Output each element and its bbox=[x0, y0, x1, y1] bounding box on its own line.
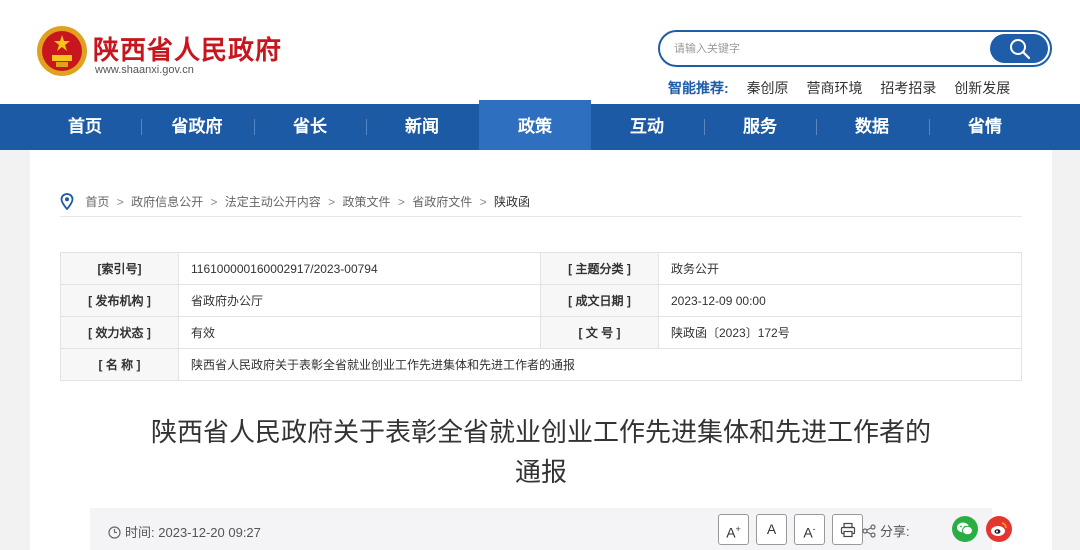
document-meta-table: [索引号] 116100000160002917/2023-00794 [ 主题… bbox=[60, 252, 1022, 381]
nav-item-policy[interactable]: 政策 bbox=[479, 100, 591, 150]
weibo-share-button[interactable] bbox=[986, 516, 1012, 542]
time-label: 时间: bbox=[125, 525, 155, 540]
site-url: www.shaanxi.gov.cn bbox=[95, 64, 194, 76]
nav-item-government[interactable]: 省政府 bbox=[141, 104, 253, 150]
meta-label-date: [ 成文日期 ] bbox=[540, 284, 659, 317]
document-info-bar: 时间: 2023-12-20 09:27 A+ A A- 分享: bbox=[90, 508, 1012, 550]
clock-icon bbox=[108, 526, 121, 542]
font-size-decrease-button[interactable]: A- bbox=[794, 514, 825, 545]
weibo-icon bbox=[991, 522, 1007, 536]
site-header: 陕西省人民政府 www.shaanxi.gov.cn 智能推荐: 秦创原 营商环… bbox=[0, 0, 1080, 104]
breadcrumb-separator: > bbox=[328, 195, 336, 210]
meta-label-topic: [ 主题分类 ] bbox=[540, 252, 659, 285]
wechat-icon bbox=[957, 522, 973, 536]
site-title[interactable]: 陕西省人民政府 bbox=[93, 30, 282, 67]
breadcrumb-divider bbox=[60, 216, 1022, 217]
breadcrumb-item[interactable]: 省政府文件 bbox=[412, 195, 472, 209]
font-increase-label: A bbox=[726, 524, 736, 541]
meta-value-publisher: 省政府办公厅 bbox=[178, 284, 541, 317]
nav-item-data[interactable]: 数据 bbox=[816, 104, 928, 150]
share-area: 分享: bbox=[862, 521, 910, 541]
font-size-increase-button[interactable]: A+ bbox=[718, 514, 749, 545]
meta-value-topic: 政务公开 bbox=[658, 252, 1022, 285]
wechat-share-button[interactable] bbox=[952, 516, 978, 542]
nav-item-home[interactable]: 首页 bbox=[29, 104, 141, 150]
breadcrumb: 首页 > 政府信息公开 > 法定主动公开内容 > 政策文件 > 省政府文件 > … bbox=[60, 193, 530, 213]
meta-label-index: [索引号] bbox=[60, 252, 179, 285]
document-title: 陕西省人民政府关于表彰全省就业创业工作先进集体和先进工作者的 通报 bbox=[90, 412, 992, 492]
content-panel: 首页 > 政府信息公开 > 法定主动公开内容 > 政策文件 > 省政府文件 > … bbox=[30, 150, 1052, 550]
recommend-label: 智能推荐: bbox=[668, 80, 729, 96]
share-label: 分享: bbox=[880, 524, 910, 539]
meta-label-docno: [ 文 号 ] bbox=[540, 316, 659, 349]
recommend-item[interactable]: 创新发展 bbox=[954, 80, 1010, 96]
search-icon bbox=[1010, 39, 1031, 60]
meta-value-docno: 陕政函〔2023〕172号 bbox=[658, 316, 1022, 349]
meta-label-publisher: [ 发布机构 ] bbox=[60, 284, 179, 317]
meta-value-name: 陕西省人民政府关于表彰全省就业创业工作先进集体和先进工作者的通报 bbox=[178, 348, 1022, 381]
breadcrumb-item[interactable]: 政策文件 bbox=[343, 195, 391, 209]
print-icon bbox=[840, 522, 855, 538]
breadcrumb-item[interactable]: 法定主动公开内容 bbox=[225, 195, 321, 209]
publish-time: 时间: 2023-12-20 09:27 bbox=[108, 522, 261, 542]
breadcrumb-separator: > bbox=[397, 195, 405, 210]
meta-value-date: 2023-12-09 00:00 bbox=[658, 284, 1022, 317]
breadcrumb-separator: > bbox=[479, 195, 487, 210]
document-title-line: 通报 bbox=[514, 457, 567, 487]
table-row: [ 效力状态 ] 有效 [ 文 号 ] 陕政函〔2023〕172号 bbox=[60, 316, 1022, 349]
breadcrumb-item[interactable]: 首页 bbox=[85, 195, 109, 209]
font-size-reset-button[interactable]: A bbox=[756, 514, 787, 545]
font-reset-label: A bbox=[766, 521, 777, 537]
search-button[interactable] bbox=[990, 34, 1048, 63]
meta-value-index: 116100000160002917/2023-00794 bbox=[178, 252, 541, 285]
table-row: [ 名 称 ] 陕西省人民政府关于表彰全省就业创业工作先进集体和先进工作者的通报 bbox=[60, 348, 1022, 381]
recommend-item[interactable]: 招考招录 bbox=[880, 80, 936, 96]
meta-value-status: 有效 bbox=[178, 316, 541, 349]
table-row: [ 发布机构 ] 省政府办公厅 [ 成文日期 ] 2023-12-09 00:0… bbox=[60, 284, 1022, 317]
meta-label-name: [ 名 称 ] bbox=[60, 348, 179, 381]
nav-item-services[interactable]: 服务 bbox=[704, 104, 816, 150]
table-row: [索引号] 116100000160002917/2023-00794 [ 主题… bbox=[60, 252, 1022, 285]
share-icon bbox=[862, 524, 876, 541]
nav-item-news[interactable]: 新闻 bbox=[366, 104, 478, 150]
search-box bbox=[658, 30, 1052, 67]
main-nav: 首页 省政府 省长 新闻 政策 互动 服务 数据 省情 bbox=[0, 100, 1080, 150]
time-value: 2023-12-20 09:27 bbox=[158, 525, 261, 540]
nav-item-province-info[interactable]: 省情 bbox=[929, 104, 1041, 150]
location-pin-icon bbox=[60, 193, 74, 213]
print-button[interactable] bbox=[832, 514, 863, 545]
breadcrumb-separator: > bbox=[210, 195, 218, 210]
search-input[interactable] bbox=[674, 40, 974, 58]
recommend-item[interactable]: 营商环境 bbox=[806, 80, 862, 96]
breadcrumb-separator: > bbox=[116, 195, 124, 210]
breadcrumb-current[interactable]: 陕政函 bbox=[494, 195, 530, 209]
nav-item-interaction[interactable]: 互动 bbox=[591, 104, 703, 150]
nav-item-governor[interactable]: 省长 bbox=[254, 104, 366, 150]
recommend-item[interactable]: 秦创原 bbox=[747, 80, 789, 96]
font-decrease-label: A bbox=[803, 524, 813, 541]
national-emblem-icon[interactable] bbox=[36, 25, 88, 77]
meta-label-status: [ 效力状态 ] bbox=[60, 316, 179, 349]
smart-recommend: 智能推荐: 秦创原 营商环境 招考招录 创新发展 bbox=[668, 78, 1024, 98]
breadcrumb-item[interactable]: 政府信息公开 bbox=[131, 195, 203, 209]
document-title-line: 陕西省人民政府关于表彰全省就业创业工作先进集体和先进工作者的 bbox=[150, 417, 931, 447]
